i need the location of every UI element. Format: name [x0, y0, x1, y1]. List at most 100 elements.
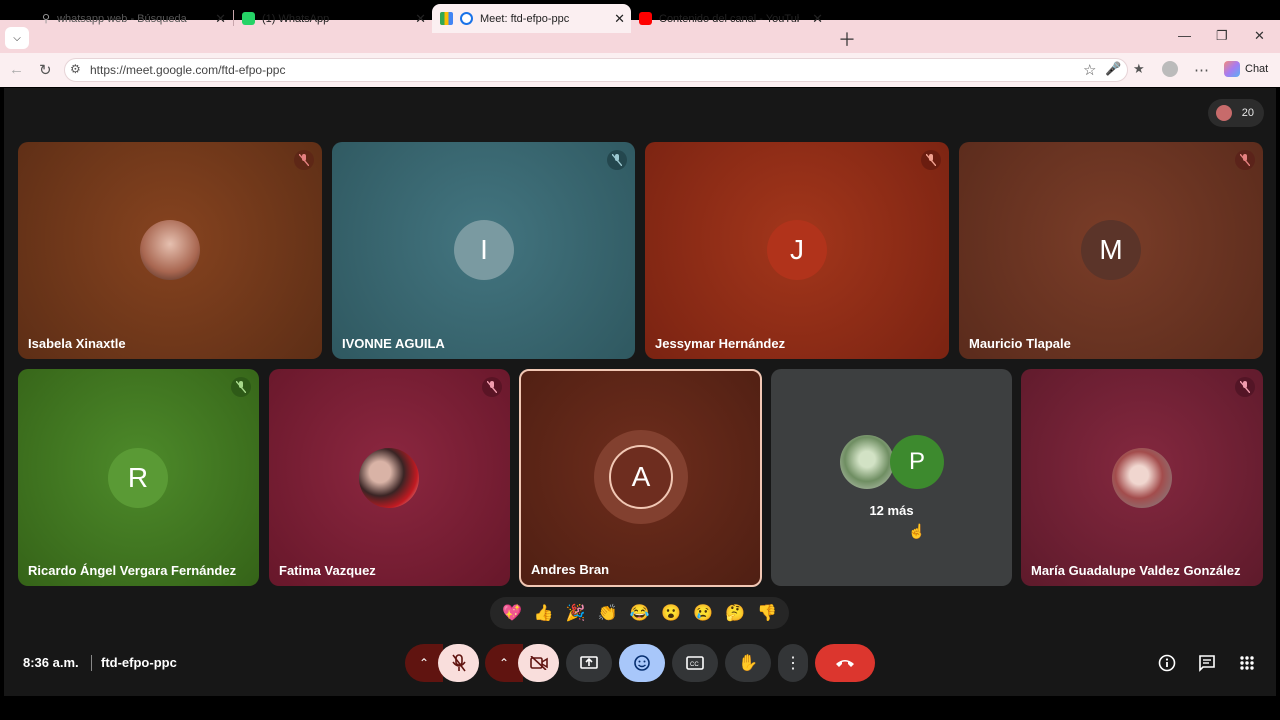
participant-tile[interactable]: R Ricardo Ángel Vergara Fernández [18, 369, 259, 586]
participants-icon [1216, 105, 1232, 121]
bookmark-star-icon[interactable]: ☆ [1083, 61, 1096, 79]
clap-reaction[interactable]: 👏 [598, 603, 618, 623]
participant-avatar: P [890, 435, 944, 489]
thumbs-down-reaction[interactable]: 👎 [757, 603, 777, 623]
screen: ⌵ ⚲ whatsapp web - Búsqueda ✕ (1) WhatsA… [0, 0, 1280, 720]
more-menu-icon[interactable]: ⋯ [1194, 61, 1209, 79]
more-participants-label: 12 más [869, 503, 914, 518]
meeting-details-icon[interactable] [1157, 653, 1177, 673]
youtube-icon [639, 12, 652, 25]
meet-icon [440, 12, 453, 25]
meeting-code: ftd-efpo-ppc [101, 655, 177, 670]
participant-avatar: I [454, 220, 514, 280]
participant-tile[interactable]: Fatima Vazquez [269, 369, 510, 586]
tab-search-dropdown[interactable]: ⌵ [5, 27, 29, 49]
whatsapp-icon [242, 12, 255, 25]
mic-toggle-button[interactable] [438, 644, 479, 682]
participant-avatar: M [1081, 220, 1141, 280]
clock: 8:36 a.m. [23, 655, 79, 670]
copilot-chat-button[interactable]: Chat [1224, 61, 1268, 77]
copilot-icon [1224, 61, 1240, 77]
present-screen-icon [580, 656, 598, 669]
chat-label: Chat [1245, 63, 1269, 75]
tab-label: Meet: ftd-efpo-ppc [480, 12, 570, 25]
participant-tile[interactable]: M Mauricio Tlapale [959, 142, 1263, 359]
participant-name: Jessymar Hernández [655, 336, 786, 351]
close-icon[interactable]: ✕ [415, 11, 426, 27]
favorites-icon[interactable]: ★ [1133, 61, 1145, 77]
chat-icon[interactable] [1197, 653, 1217, 673]
reload-button[interactable]: ↻ [39, 61, 52, 79]
captions-button[interactable]: CC [672, 644, 718, 682]
more-options-button[interactable]: ⋮ [778, 644, 808, 682]
participants-button[interactable]: 20 [1208, 99, 1264, 127]
window-close-button[interactable]: ✕ [1254, 28, 1265, 44]
mic-off-icon [607, 150, 627, 170]
participant-name: María Guadalupe Valdez González [1031, 563, 1241, 578]
profile-avatar[interactable] [1162, 61, 1178, 81]
svg-text:CC: CC [690, 662, 699, 668]
recording-indicator-icon [460, 12, 473, 25]
participant-name: Andres Bran [531, 562, 610, 577]
participant-avatar: R [108, 448, 168, 508]
end-call-icon [836, 660, 854, 667]
participant-photo [840, 435, 894, 489]
plus-icon: ＋ [838, 30, 856, 50]
participant-avatar: J [767, 220, 827, 280]
participant-name: Ricardo Ángel Vergara Fernández [28, 563, 237, 578]
laugh-reaction[interactable]: 😂 [629, 603, 649, 623]
sad-reaction[interactable]: 😢 [693, 603, 713, 623]
thumbs-up-reaction[interactable]: 👍 [534, 603, 554, 623]
mic-off-icon [1235, 377, 1255, 397]
back-button[interactable]: ← [9, 61, 24, 78]
mic-off-icon [231, 377, 251, 397]
restore-button[interactable]: ❐ [1216, 28, 1228, 44]
emoji-icon [634, 655, 650, 671]
site-info-icon[interactable]: ⚙ [70, 62, 81, 76]
mic-off-icon [482, 377, 502, 397]
mic-off-icon [294, 150, 314, 170]
participant-tile-speaking[interactable]: A Andres Bran [519, 369, 762, 587]
captions-icon: CC [686, 656, 704, 670]
camera-off-icon [529, 656, 548, 670]
tab-label: whatsapp web - Búsqueda [57, 12, 187, 25]
reactions-button[interactable] [619, 644, 665, 682]
divider [91, 655, 92, 671]
leave-call-button[interactable] [815, 644, 875, 682]
participant-tile[interactable]: María Guadalupe Valdez González [1021, 369, 1263, 586]
participant-tile[interactable]: J Jessymar Hernández [645, 142, 949, 359]
tab-meet[interactable]: Meet: ftd-efpo-ppc ✕ [432, 4, 631, 33]
minimize-button[interactable]: — [1178, 28, 1191, 43]
tab-youtube-studio[interactable]: Contenido del canal - YouTube Stu ✕ [631, 4, 829, 33]
close-icon[interactable]: ✕ [812, 11, 823, 27]
participant-tile[interactable]: I IVONNE AGUILA [332, 142, 635, 359]
close-icon[interactable]: ✕ [614, 11, 625, 27]
close-icon[interactable]: ✕ [215, 11, 226, 27]
party-reaction[interactable]: 🎉 [566, 603, 586, 623]
more-participants-tile[interactable]: P 12 más [771, 369, 1012, 586]
participant-count: 20 [1241, 107, 1254, 119]
heart-reaction[interactable]: 💖 [502, 603, 522, 623]
participant-photo [140, 220, 200, 280]
chevron-up-icon: ⌃ [498, 656, 510, 670]
mic-off-icon [451, 654, 466, 672]
mic-off-icon [921, 150, 941, 170]
microphone-icon[interactable]: 🎤 [1105, 61, 1121, 77]
thinking-reaction[interactable]: 🤔 [725, 603, 745, 623]
tab-whatsapp-search[interactable]: ⚲ whatsapp web - Búsqueda ✕ [34, 4, 232, 33]
camera-toggle-button[interactable] [518, 644, 559, 682]
surprised-reaction[interactable]: 😮 [661, 603, 681, 623]
participant-avatar: A [609, 445, 673, 509]
participant-tile[interactable]: Isabela Xinaxtle [18, 142, 322, 359]
new-tab-button[interactable]: ＋ [838, 26, 856, 52]
reaction-bar: 💖 👍 🎉 👏 😂 😮 😢 🤔 👎 [490, 597, 789, 629]
present-screen-button[interactable] [566, 644, 612, 682]
chevron-up-icon: ⌃ [418, 656, 430, 670]
activities-grid-icon[interactable] [1237, 653, 1257, 673]
tab-label: Contenido del canal - YouTube Stu [659, 12, 799, 25]
raise-hand-button[interactable]: ✋ [725, 644, 771, 682]
participant-name: Fatima Vazquez [279, 563, 376, 578]
url-text[interactable]: https://meet.google.com/ftd-efpo-ppc [90, 63, 285, 77]
tab-whatsapp[interactable]: (1) WhatsApp ✕ [234, 4, 432, 33]
hand-icon: ✋ [738, 655, 758, 672]
